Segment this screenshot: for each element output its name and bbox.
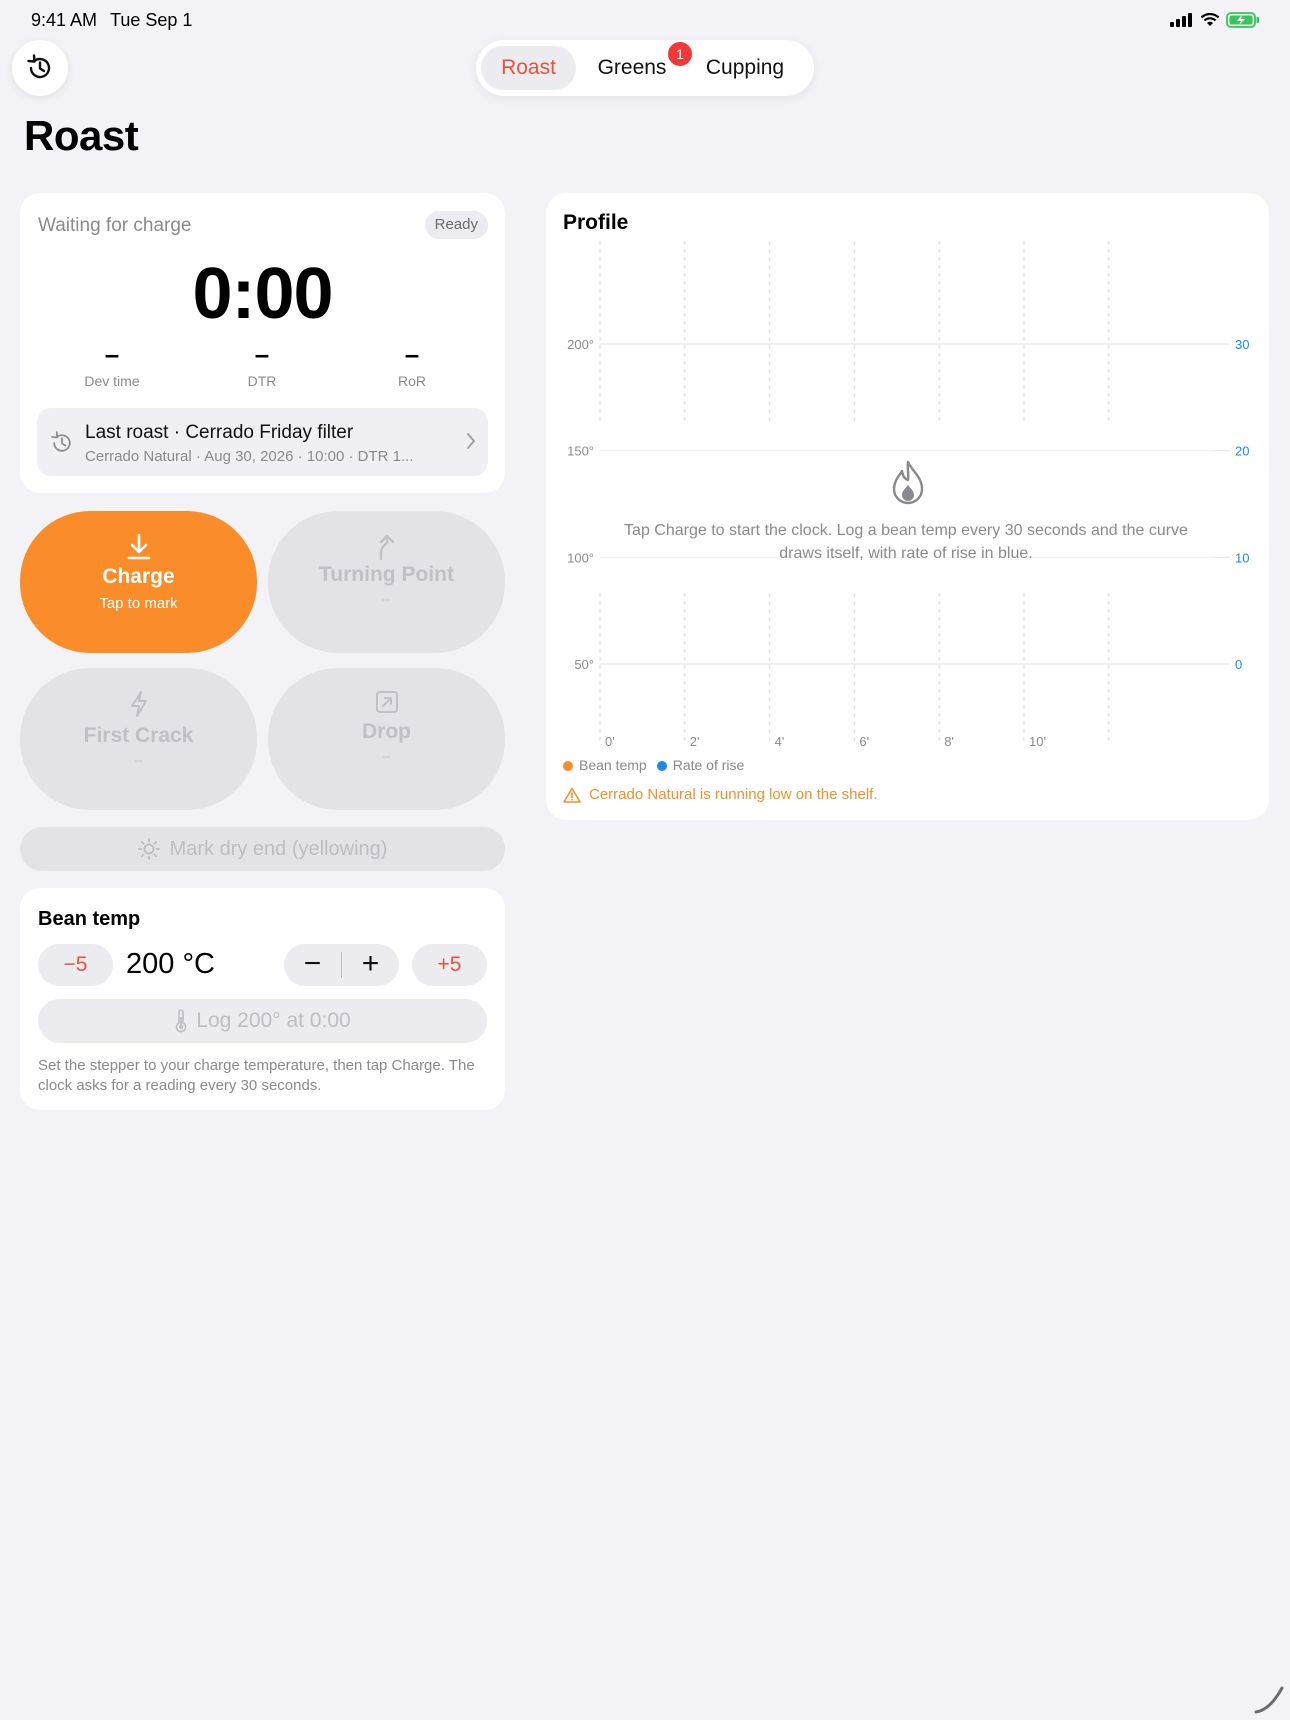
bean-temp-card: Bean temp −5 200 °C − + +5 Log 200° at 0… [20, 888, 505, 1110]
profile-card: Profile 200° 30 150° 20 100° 10 50° 0 0' 2' 4' 6' 8'… [546, 193, 1269, 820]
log-temp-label: Log 200° at 0:00 [196, 1009, 351, 1032]
y-right-tick-label: 10 [1235, 550, 1249, 565]
mark-dry-end-label: Mark dry end (yellowing) [169, 837, 388, 860]
tab-greens[interactable]: Greens [582, 46, 682, 90]
arrow-down-to-line-icon [127, 533, 150, 560]
metric-label: RoR [397, 373, 426, 389]
history-button[interactable] [12, 40, 68, 96]
scribble-icon [1254, 1686, 1284, 1714]
metric-dtr: – DTR [202, 339, 322, 389]
warning-triangle-icon [563, 787, 581, 803]
bean-temp-value: 200 °C [126, 948, 215, 980]
metric-dev-time: – Dev time [52, 339, 172, 389]
metric-value: – [104, 339, 120, 369]
bean-temp-title: Bean temp [38, 908, 141, 930]
metric-label: DTR [247, 373, 277, 389]
turning-point-button[interactable]: Turning Point – [268, 511, 505, 653]
wifi-icon [1200, 13, 1220, 26]
roast-status: Waiting for charge [38, 215, 192, 236]
tab-roast[interactable]: Roast [481, 46, 576, 90]
y-left-tick-label: 100° [567, 550, 594, 565]
status-icons [1170, 12, 1260, 28]
page-title: Roast [24, 112, 139, 159]
y-left-tick-label: 200° [567, 337, 594, 352]
stepper-plus-button[interactable]: + [342, 944, 399, 986]
thermometer-icon [176, 1009, 187, 1033]
charge-sublabel: Tap to mark [99, 595, 178, 612]
status-date: Tue Sep 1 [110, 10, 193, 30]
chevron-right-icon [467, 433, 475, 449]
x-tick-label: 6' [859, 734, 869, 749]
segmented-tabs: Roast Greens Cupping 1 [476, 40, 814, 96]
turning-point-value: – [382, 591, 391, 608]
charge-button[interactable]: Charge Tap to mark [20, 511, 257, 653]
chart-legend: Bean temp Rate of rise [563, 757, 744, 773]
y-left-tick-label: 150° [567, 444, 594, 459]
drop-button[interactable]: Drop – [268, 668, 505, 810]
last-roast-row[interactable]: Last roast · Cerrado Friday filter Cerra… [37, 408, 488, 476]
last-roast-title: Last roast · Cerrado Friday filter [85, 422, 354, 443]
battery-charging-icon [1226, 12, 1259, 28]
chart-empty-message: Tap Charge to start the clock. Log a bea… [624, 522, 1188, 562]
log-temp-button[interactable]: Log 200° at 0:00 [38, 999, 487, 1043]
first-crack-value: – [134, 752, 143, 769]
arrow-turn-up-icon [379, 534, 394, 561]
mark-dry-end-button[interactable]: Mark dry end (yellowing) [20, 827, 505, 871]
x-tick-label: 0' [605, 734, 615, 749]
history-icon [51, 431, 71, 452]
stepper-minus-button[interactable]: − [284, 944, 341, 986]
status-time: 9:41 AM [31, 10, 98, 30]
x-tick-label: 10' [1029, 734, 1046, 749]
drop-label: Drop [362, 720, 411, 743]
sun-icon [137, 838, 160, 860]
timer-card: Waiting for charge Ready 0:00 – Dev time… [20, 193, 505, 493]
minus-5-button[interactable]: −5 [38, 944, 113, 986]
y-left-tick-label: 50° [574, 657, 594, 672]
metric-ror: – RoR [352, 339, 472, 389]
plus-5-button[interactable]: +5 [412, 944, 487, 986]
bean-temp-help: Set the stepper to your charge temperatu… [38, 1057, 475, 1094]
first-crack-button[interactable]: First Crack – [20, 668, 257, 810]
square-arrow-out-icon [375, 691, 398, 713]
greens-badge: 1 [668, 42, 692, 66]
roast-timer: 0:00 [192, 254, 333, 334]
flame-icon [892, 460, 924, 505]
metric-label: Dev time [84, 373, 140, 389]
last-roast-subtitle: Cerrado Natural · Aug 30, 2026 · 10:00 ·… [85, 448, 414, 465]
y-right-tick-label: 20 [1235, 444, 1249, 459]
bolt-icon [130, 691, 147, 717]
legend-rate-of-rise: Rate of rise [656, 757, 744, 773]
x-tick-label: 8' [944, 734, 954, 749]
signal-icon [1170, 13, 1192, 27]
y-right-tick-label: 0 [1235, 657, 1242, 672]
low-stock-warning-text: Cerrado Natural is running low on the sh… [589, 786, 878, 803]
metric-value: – [404, 339, 420, 369]
metric-value: – [254, 339, 270, 369]
status-badge: Ready [424, 211, 488, 239]
temp-stepper: − + [284, 944, 399, 986]
low-stock-warning: Cerrado Natural is running low on the sh… [563, 786, 878, 803]
drop-value: – [382, 748, 391, 765]
x-tick-label: 4' [775, 734, 785, 749]
turning-point-label: Turning Point [319, 563, 454, 586]
charge-label: Charge [102, 565, 175, 588]
first-crack-label: First Crack [83, 724, 194, 747]
x-tick-label: 2' [690, 734, 700, 749]
tab-cupping[interactable]: Cupping [686, 46, 804, 90]
y-right-tick-label: 30 [1235, 337, 1249, 352]
legend-bean-temp: Bean temp [563, 757, 647, 773]
clock-arrow-icon [27, 54, 51, 79]
